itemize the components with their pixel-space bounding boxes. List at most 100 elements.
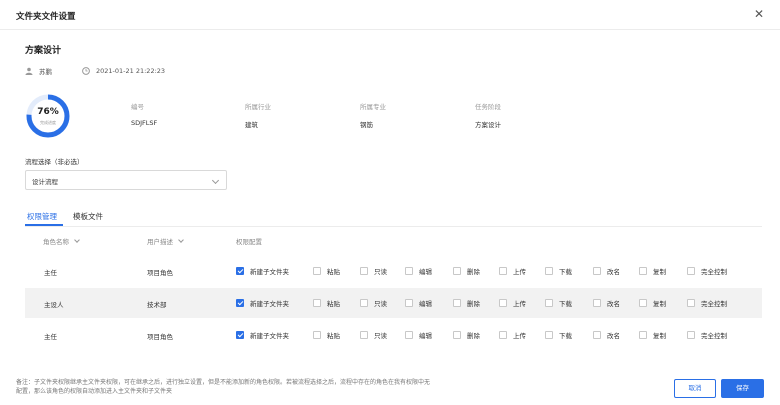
checkbox-checked[interactable] [236,267,244,275]
permission-option[interactable]: 复制 [639,266,666,276]
project-meta: 苏鹏 2021-01-21 21:22:23 [25,66,165,76]
checkbox[interactable] [593,331,601,339]
permission-label: 完全控制 [701,332,727,340]
permission-label: 完全控制 [701,300,727,308]
permission-option[interactable]: 改名 [593,298,620,308]
flow-select-value: 设计流程 [32,178,58,186]
checkbox[interactable] [687,267,695,275]
footer-note: 备注：子文件夹权限继承主文件夹权限，可在继承之后，进行独立设置，但是不能添加新的… [16,378,576,396]
permission-option[interactable]: 改名 [593,330,620,340]
checkbox-checked[interactable] [236,331,244,339]
checkbox[interactable] [453,331,461,339]
permission-label: 下载 [559,300,572,308]
permission-option[interactable]: 粘贴 [313,298,340,308]
permission-label: 编辑 [419,268,432,276]
checkbox[interactable] [499,267,507,275]
permission-option[interactable]: 编辑 [405,298,432,308]
info-specialty: 所属专业 钢筋 [360,101,386,129]
permission-label: 新建子文件夹 [250,300,289,308]
permission-option[interactable]: 下载 [545,330,572,340]
checkbox[interactable] [593,267,601,275]
permission-option[interactable]: 复制 [639,298,666,308]
permission-option[interactable]: 下载 [545,266,572,276]
permission-option[interactable]: 复制 [639,330,666,340]
permission-label: 下载 [559,268,572,276]
role-name: 主任 [44,269,57,277]
flow-select-label: 流程选择（非必选） [25,158,84,166]
flow-select[interactable]: 设计流程 [25,170,227,190]
permission-label: 删除 [467,332,480,340]
checkbox[interactable] [499,299,507,307]
checkbox[interactable] [313,267,321,275]
column-header-desc[interactable]: 用户描述 [147,236,184,246]
permission-option[interactable]: 粘贴 [313,330,340,340]
checkbox[interactable] [453,299,461,307]
permission-label: 改名 [607,332,620,340]
permission-option[interactable]: 删除 [453,298,480,308]
checkbox[interactable] [639,331,647,339]
role-description: 技术部 [147,301,167,309]
column-header-role[interactable]: 角色名称 [43,236,80,246]
cancel-button[interactable]: 取消 [674,379,716,398]
permission-option[interactable]: 新建子文件夹 [236,330,289,340]
info-industry: 所属行业 建筑 [245,101,271,129]
permission-option[interactable]: 编辑 [405,266,432,276]
role-description: 项目角色 [147,333,173,341]
permission-option[interactable]: 上传 [499,330,526,340]
permission-option[interactable]: 粘贴 [313,266,340,276]
checkbox[interactable] [639,299,647,307]
permission-option[interactable]: 完全控制 [687,298,727,308]
checkbox[interactable] [545,299,553,307]
checkbox[interactable] [499,331,507,339]
permission-option[interactable]: 上传 [499,298,526,308]
checkbox[interactable] [313,331,321,339]
tab-bar: 权限管理 模板文件 [25,209,762,227]
permission-option[interactable]: 编辑 [405,330,432,340]
permission-option[interactable]: 改名 [593,266,620,276]
permission-label: 上传 [513,332,526,340]
permission-option[interactable]: 完全控制 [687,330,727,340]
role-description: 项目角色 [147,269,173,277]
permission-label: 只读 [374,332,387,340]
permission-option[interactable]: 删除 [453,330,480,340]
checkbox[interactable] [405,331,413,339]
permission-option[interactable]: 上传 [499,266,526,276]
permission-label: 删除 [467,300,480,308]
permission-option[interactable]: 下载 [545,298,572,308]
checkbox[interactable] [313,299,321,307]
checkbox[interactable] [360,267,368,275]
user-icon [25,67,33,75]
permission-option[interactable]: 新建子文件夹 [236,266,289,276]
tab-permissions[interactable]: 权限管理 [27,211,57,222]
checkbox[interactable] [405,299,413,307]
table-row: 主任 项目角色 新建子文件夹 粘贴 只读 编辑 删除 上传 下载 改名 复制 完全控制 [25,256,762,286]
progress-label: 完成进度 [40,120,56,125]
table-row: 主设人 技术部 新建子文件夹 粘贴 只读 编辑 删除 上传 下载 改名 复制 完全控制 [25,288,762,318]
permission-option[interactable]: 只读 [360,266,387,276]
footer-note-line: 配置，那么该角色的权限自动添加进入主文件夹和子文件夹 [16,388,173,395]
save-button[interactable]: 保存 [721,379,764,398]
checkbox[interactable] [545,331,553,339]
checkbox[interactable] [453,267,461,275]
checkbox[interactable] [687,299,695,307]
checkbox-checked[interactable] [236,299,244,307]
permission-label: 删除 [467,268,480,276]
permission-option[interactable]: 新建子文件夹 [236,298,289,308]
checkbox[interactable] [360,331,368,339]
info-value: 建筑 [245,121,258,129]
checkbox[interactable] [639,267,647,275]
permission-option[interactable]: 删除 [453,266,480,276]
checkbox[interactable] [593,299,601,307]
column-header-label: 角色名称 [43,238,69,246]
permission-option[interactable]: 完全控制 [687,266,727,276]
checkbox[interactable] [360,299,368,307]
checkbox[interactable] [545,267,553,275]
tab-templates[interactable]: 模板文件 [73,211,103,222]
close-icon[interactable]: ✕ [752,7,766,21]
permission-option[interactable]: 只读 [360,330,387,340]
checkbox[interactable] [405,267,413,275]
permission-label: 下载 [559,332,572,340]
permission-option[interactable]: 只读 [360,298,387,308]
checkbox[interactable] [687,331,695,339]
column-header-perm: 权限配置 [236,238,262,246]
